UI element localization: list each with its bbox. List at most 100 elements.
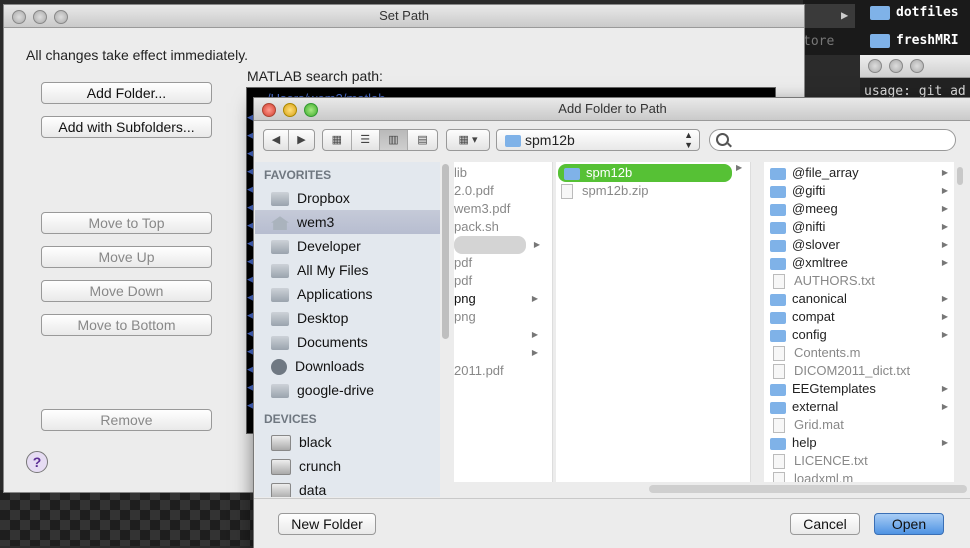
sidebar-item-downloads[interactable]: Downloads: [255, 354, 440, 378]
move-to-top-button[interactable]: Move to Top: [41, 212, 212, 234]
item-label: @meeg: [792, 201, 838, 216]
chevron-right-icon: ▶: [941, 384, 948, 393]
folder-row[interactable]: compat ▶: [764, 308, 954, 326]
file-row[interactable]: loadxml.m: [764, 470, 954, 482]
chevron-right-icon: ▶: [941, 438, 948, 447]
sidebar-item-wem3[interactable]: wem3: [255, 210, 440, 234]
add-with-subfolders-button[interactable]: Add with Subfolders...: [41, 116, 212, 138]
list-item[interactable]: png ▶: [454, 290, 552, 308]
list-item[interactable]: pdf: [454, 254, 552, 272]
favorites-header: FAVORITES: [264, 168, 332, 182]
folder-icon: [505, 135, 521, 148]
folder-row[interactable]: @nifti ▶: [764, 218, 954, 236]
list-view-button[interactable]: ☰: [352, 130, 380, 150]
search-field[interactable]: [709, 129, 956, 151]
list-item[interactable]: 2011.pdf: [454, 362, 552, 380]
folder-row[interactable]: canonical ▶: [764, 290, 954, 308]
folder-row[interactable]: @gifti ▶: [764, 182, 954, 200]
new-folder-button[interactable]: New Folder: [278, 513, 376, 535]
add-folder-button[interactable]: Add Folder...: [41, 82, 212, 104]
sidebar-item-developer[interactable]: Developer: [255, 234, 440, 258]
list-item[interactable]: wem3.pdf: [454, 200, 552, 218]
open-button[interactable]: Open: [874, 513, 944, 535]
folder-row[interactable]: EEGtemplates ▶: [764, 380, 954, 398]
folder-icon: [770, 401, 786, 414]
forward-button[interactable]: ▶: [289, 130, 314, 150]
chevron-right-icon: ▶: [533, 240, 540, 249]
browser-column-2[interactable]: spm12b spm12b.zip ▶: [556, 162, 751, 482]
dialog-toolbar: ◀ ▶ ▦ ☰ ▥ ▤ ▦ ▾ spm12b ▲ ▼: [254, 121, 970, 161]
close-icon[interactable]: [868, 59, 882, 73]
location-label: spm12b: [525, 132, 575, 148]
file-row[interactable]: AUTHORS.txt: [764, 272, 954, 290]
close-icon[interactable]: [262, 103, 276, 117]
sidebar-item-documents[interactable]: Documents: [255, 330, 440, 354]
terminal-tab[interactable]: ▶: [805, 4, 855, 28]
column-view-button[interactable]: ▥: [379, 130, 409, 150]
list-item[interactable]: pack.sh: [454, 218, 552, 236]
browser-column-1[interactable]: lib 2.0.pdf wem3.pdf pack.sh ▶ pdf pdf p…: [454, 162, 553, 482]
help-button[interactable]: ?: [26, 451, 48, 473]
sidebar-item-data[interactable]: data: [255, 478, 440, 497]
folder-row[interactable]: @meeg ▶: [764, 200, 954, 218]
play-icon: ▶: [841, 8, 849, 22]
zoom-icon[interactable]: [910, 59, 924, 73]
minimize-icon[interactable]: [889, 59, 903, 73]
list-item[interactable]: 2.0.pdf: [454, 182, 552, 200]
location-popup[interactable]: spm12b ▲ ▼: [496, 129, 700, 151]
drive-icon: [271, 483, 291, 497]
close-icon[interactable]: [12, 10, 26, 24]
folder-row[interactable]: @slover ▶: [764, 236, 954, 254]
sidebar-item-google-drive[interactable]: google-drive: [255, 378, 440, 402]
back-button[interactable]: ◀: [264, 130, 289, 150]
sidebar-item-applications[interactable]: Applications: [255, 282, 440, 306]
folder-row[interactable]: help ▶: [764, 434, 954, 452]
sidebar-item-black[interactable]: black: [255, 430, 440, 454]
folder-row-spm12b[interactable]: spm12b: [558, 164, 732, 182]
folder-icon: [770, 185, 786, 198]
folder-row[interactable]: external ▶: [764, 398, 954, 416]
remove-button[interactable]: Remove: [41, 409, 212, 431]
list-item[interactable]: ▶: [454, 344, 552, 362]
list-item[interactable]: pdf: [454, 272, 552, 290]
list-item-selected[interactable]: ▶: [454, 236, 540, 254]
minimize-icon[interactable]: [33, 10, 47, 24]
move-up-button[interactable]: Move Up: [41, 246, 212, 268]
file-row-spm12b-zip[interactable]: spm12b.zip: [558, 182, 746, 200]
column-scrollbar[interactable]: [957, 167, 963, 185]
folder-icon: [870, 33, 890, 48]
file-row[interactable]: DICOM2011_dict.txt: [764, 362, 954, 380]
move-down-button[interactable]: Move Down: [41, 280, 212, 302]
file-row[interactable]: Grid.mat: [764, 416, 954, 434]
folder-item-dotfiles[interactable]: dotfiles: [870, 5, 959, 20]
list-item[interactable]: lib: [454, 164, 552, 182]
folder-row[interactable]: config ▶: [764, 326, 954, 344]
sidebar-item-all-my-files[interactable]: All My Files: [255, 258, 440, 282]
sidebar-item-dropbox[interactable]: Dropbox: [255, 186, 440, 210]
file-row[interactable]: LICENCE.txt: [764, 452, 954, 470]
coverflow-view-button[interactable]: ▤: [408, 130, 437, 150]
item-label: @nifti: [792, 219, 826, 234]
icon-view-button[interactable]: ▦: [323, 130, 352, 150]
minimize-icon[interactable]: [283, 103, 297, 117]
cancel-button[interactable]: Cancel: [790, 513, 860, 535]
arrange-button[interactable]: ▦ ▾: [447, 130, 489, 150]
horizontal-scrollbar[interactable]: [649, 485, 967, 493]
folder-icon: [770, 203, 786, 216]
list-item[interactable]: png: [454, 308, 552, 326]
move-to-bottom-button[interactable]: Move to Bottom: [41, 314, 212, 336]
folder-row[interactable]: @xmltree ▶: [764, 254, 954, 272]
zoom-icon[interactable]: [54, 10, 68, 24]
file-row[interactable]: Contents.m: [764, 344, 954, 362]
folder-row[interactable]: @file_array ▶: [764, 164, 954, 182]
item-label: EEGtemplates: [792, 381, 876, 396]
browser-column-3[interactable]: @file_array ▶ @gifti ▶ @meeg ▶ @nifti ▶ @slover ▶…: [764, 162, 954, 482]
sidebar-scrollbar[interactable]: [442, 164, 449, 339]
zoom-icon[interactable]: [304, 103, 318, 117]
list-item[interactable]: ▶: [454, 326, 552, 344]
sidebar-item-desktop[interactable]: Desktop: [255, 306, 440, 330]
sidebar-item-crunch[interactable]: crunch: [255, 454, 440, 478]
folder-icon: [770, 437, 786, 450]
folder-icon: [770, 329, 786, 342]
folder-item-freshmri[interactable]: freshMRI: [870, 33, 959, 48]
